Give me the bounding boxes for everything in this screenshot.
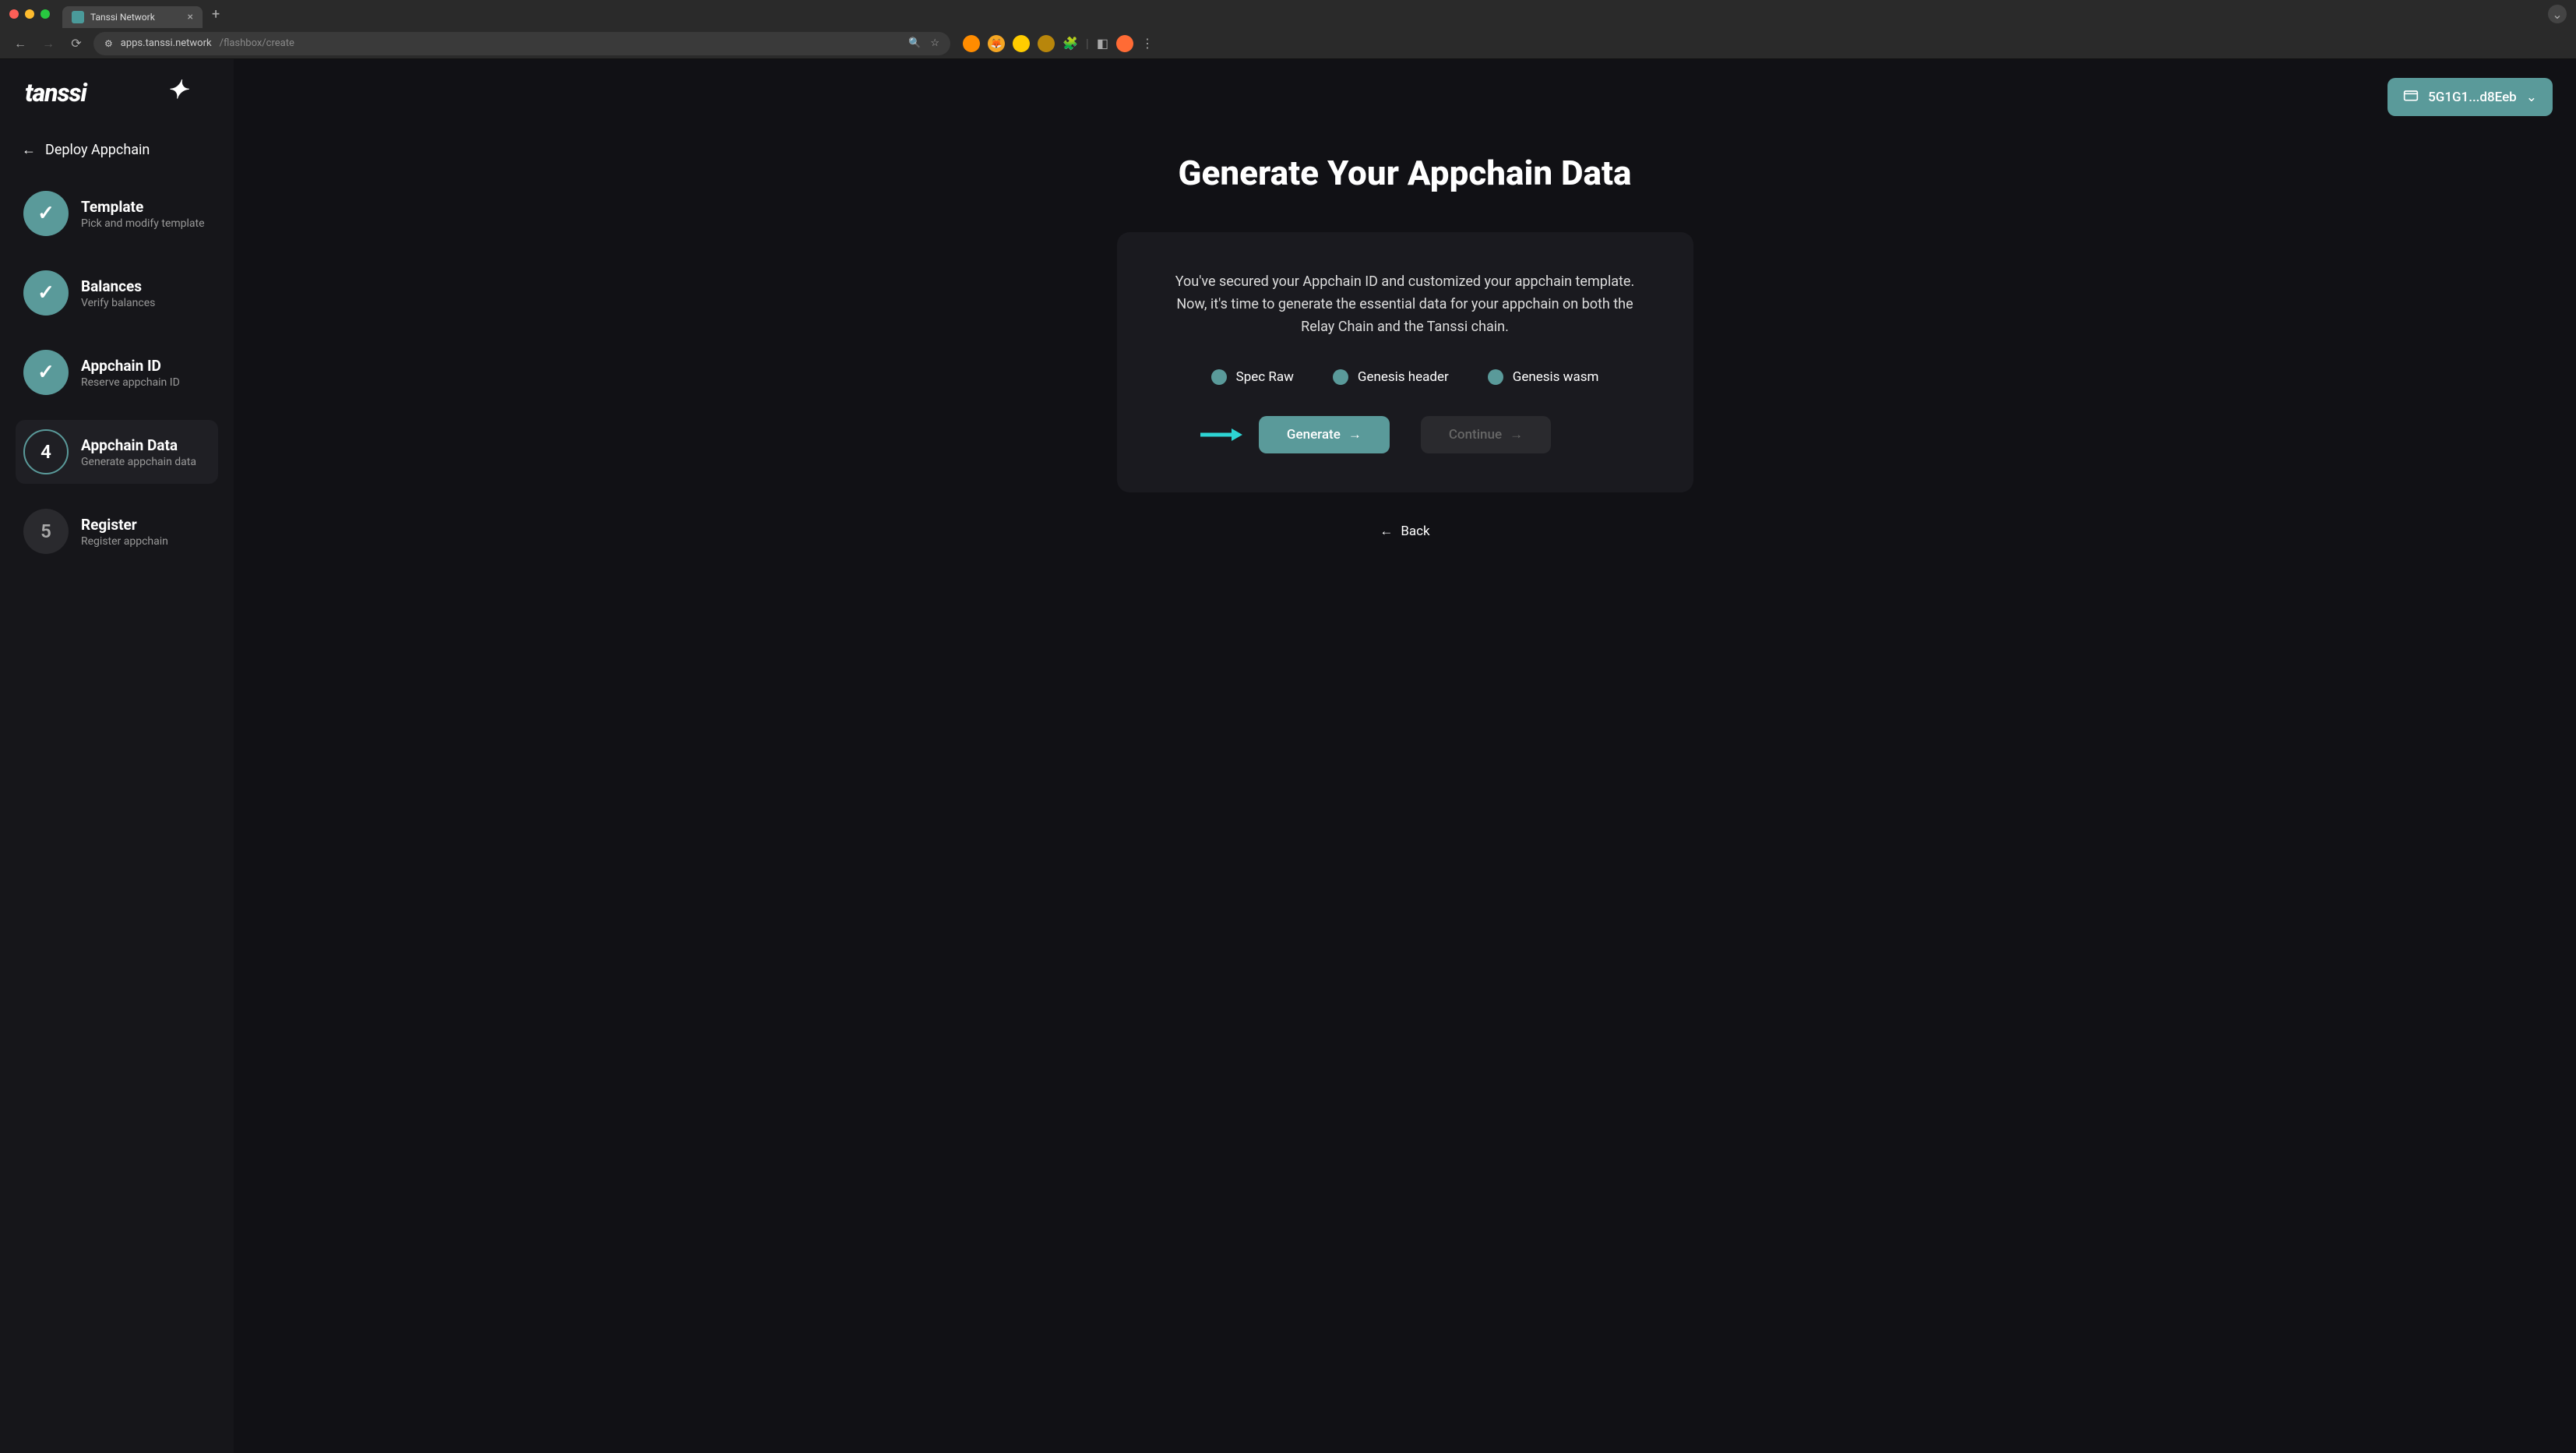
extension-icon[interactable]: [1013, 35, 1030, 52]
steps-list: ✓ Template Pick and modify template ✓ Ba…: [16, 182, 218, 563]
wallet-icon: [2403, 87, 2419, 107]
step-subtitle: Register appchain: [81, 535, 168, 548]
highlight-arrow-icon: [1200, 427, 1242, 443]
content-card: You've secured your Appchain ID and cust…: [1117, 232, 1693, 492]
bookmark-icon[interactable]: ☆: [930, 37, 939, 49]
indicator-dot-icon: [1333, 369, 1348, 385]
wallet-address: 5G1G1...d8Eeb: [2428, 90, 2517, 105]
step-status-icon: 4: [23, 429, 69, 474]
tabs-dropdown-icon[interactable]: ⌄: [2548, 5, 2567, 23]
extensions-menu-icon[interactable]: 🧩: [1062, 36, 1078, 51]
arrow-left-icon: ←: [22, 142, 36, 158]
generate-button-label: Generate: [1287, 427, 1341, 443]
url-host: apps.tanssi.network: [121, 37, 212, 49]
continue-button[interactable]: Continue →: [1421, 416, 1551, 453]
logo[interactable]: tanssi ✦: [16, 75, 218, 126]
step-template[interactable]: ✓ Template Pick and modify template: [16, 182, 218, 245]
step-appchain-id[interactable]: ✓ Appchain ID Reserve appchain ID: [16, 340, 218, 404]
step-status-icon: ✓: [23, 270, 69, 316]
wallet-button[interactable]: 5G1G1...d8Eeb ⌄: [2387, 78, 2553, 116]
indicator-dot-icon: [1211, 369, 1227, 385]
nav-reload-button[interactable]: ⟳: [65, 33, 87, 55]
browser-tab-bar: Tanssi Network × + ⌄: [0, 0, 2576, 28]
window-controls: [9, 9, 50, 19]
step-subtitle: Generate appchain data: [81, 456, 196, 468]
checkmark-icon: ✓: [37, 202, 55, 225]
tab-title: Tanssi Network: [90, 12, 155, 23]
step-title: Register: [81, 516, 168, 534]
back-link-label: Back: [1401, 524, 1429, 539]
indicator-genesis-wasm: Genesis wasm: [1488, 369, 1599, 385]
nav-back-button[interactable]: ←: [9, 33, 31, 55]
page-title: Generate Your Appchain Data: [1178, 153, 1631, 193]
step-title: Template: [81, 198, 205, 216]
site-settings-icon[interactable]: ⚙: [104, 38, 113, 49]
indicator-dot-icon: [1488, 369, 1503, 385]
step-status-icon: ✓: [23, 350, 69, 395]
step-register[interactable]: 5 Register Register appchain: [16, 499, 218, 563]
step-status-icon: ✓: [23, 191, 69, 236]
step-title: Appchain Data: [81, 436, 196, 454]
nav-forward-button[interactable]: →: [37, 33, 59, 55]
step-subtitle: Reserve appchain ID: [81, 376, 180, 389]
browser-toolbar: ← → ⟳ ⚙ apps.tanssi.network/flashbox/cre…: [0, 28, 2576, 59]
checkmark-icon: ✓: [37, 281, 55, 305]
sidebar-header-label: Deploy Appchain: [45, 142, 150, 158]
generate-button[interactable]: Generate →: [1259, 416, 1390, 453]
status-indicators: Spec Raw Genesis header Genesis wasm: [1211, 369, 1599, 385]
step-subtitle: Verify balances: [81, 297, 155, 309]
chevron-down-icon: ⌄: [2526, 90, 2537, 105]
checkmark-icon: ✓: [37, 361, 55, 384]
step-title: Appchain ID: [81, 357, 180, 375]
window-minimize-button[interactable]: [25, 9, 34, 19]
profile-avatar[interactable]: [1116, 35, 1133, 52]
url-bar[interactable]: ⚙ apps.tanssi.network/flashbox/create 🔍 …: [93, 32, 950, 55]
indicator-label: Genesis wasm: [1513, 369, 1599, 385]
extension-icon[interactable]: [1038, 35, 1055, 52]
zoom-icon[interactable]: 🔍: [908, 37, 921, 49]
panel-icon[interactable]: ◧: [1097, 36, 1108, 51]
main-content: 5G1G1...d8Eeb ⌄ Generate Your Appchain D…: [234, 59, 2576, 1453]
arrow-right-icon: →: [1510, 427, 1523, 443]
step-title: Balances: [81, 277, 155, 295]
sparkle-icon: ✦: [167, 75, 187, 104]
back-link[interactable]: ← Back: [1380, 524, 1429, 539]
step-balances[interactable]: ✓ Balances Verify balances: [16, 261, 218, 325]
url-path: /flashbox/create: [220, 37, 294, 49]
step-status-icon: 5: [23, 509, 69, 554]
indicator-genesis-header: Genesis header: [1333, 369, 1449, 385]
indicator-label: Genesis header: [1358, 369, 1449, 385]
browser-tab[interactable]: Tanssi Network ×: [62, 6, 203, 28]
indicator-spec-raw: Spec Raw: [1211, 369, 1294, 385]
step-appchain-data[interactable]: 4 Appchain Data Generate appchain data: [16, 420, 218, 484]
extension-icon[interactable]: [963, 35, 980, 52]
browser-menu-icon[interactable]: ⋮: [1141, 36, 1154, 51]
action-buttons: Generate → Continue →: [1259, 416, 1551, 453]
url-actions: 🔍 ☆: [908, 37, 939, 49]
close-tab-icon[interactable]: ×: [188, 11, 193, 23]
deploy-appchain-back[interactable]: ← Deploy Appchain: [16, 126, 218, 182]
window-close-button[interactable]: [9, 9, 19, 19]
arrow-right-icon: →: [1348, 427, 1362, 443]
arrow-left-icon: ←: [1380, 524, 1393, 539]
step-subtitle: Pick and modify template: [81, 217, 205, 230]
new-tab-button[interactable]: +: [212, 6, 220, 23]
extension-icon[interactable]: 🦊: [988, 35, 1005, 52]
sidebar: tanssi ✦ ← Deploy Appchain ✓ Template Pi…: [0, 59, 234, 1453]
tab-favicon: [72, 11, 84, 23]
indicator-label: Spec Raw: [1236, 369, 1294, 385]
card-description: You've secured your Appchain ID and cust…: [1172, 271, 1639, 338]
app-root: tanssi ✦ ← Deploy Appchain ✓ Template Pi…: [0, 59, 2576, 1453]
window-maximize-button[interactable]: [41, 9, 50, 19]
continue-button-label: Continue: [1449, 427, 1502, 443]
extensions-bar: 🦊 🧩 | ◧ ⋮: [957, 35, 1160, 52]
